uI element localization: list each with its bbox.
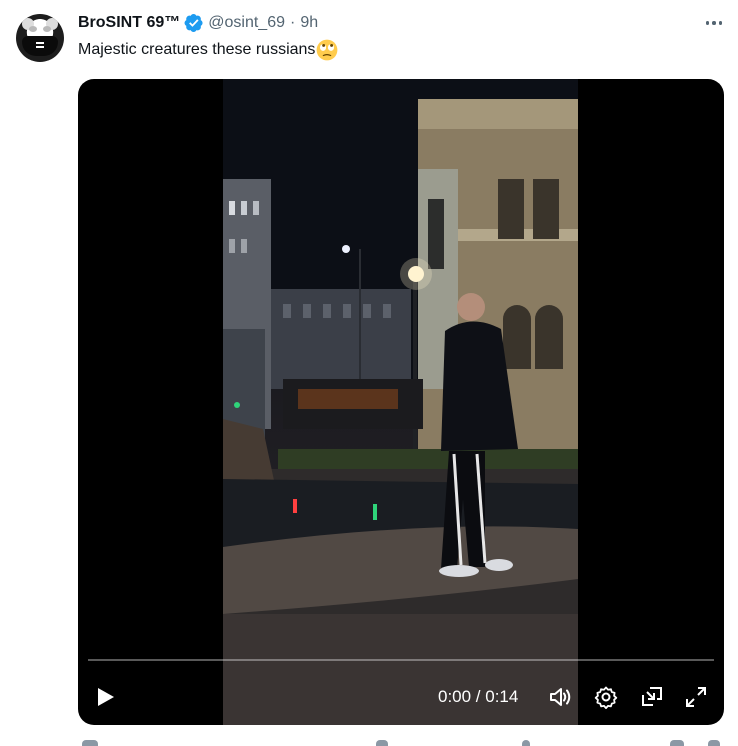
reply-icon[interactable]	[82, 740, 98, 746]
post-time[interactable]: 9h	[300, 14, 318, 32]
rolling-eyes-emoji-icon	[317, 39, 338, 61]
tweet-action-bar	[78, 738, 724, 746]
avatar-logo	[36, 42, 44, 48]
more-options-icon[interactable]	[700, 12, 728, 34]
author-handle[interactable]: @osint_69	[208, 14, 285, 32]
tweet-text-body: Majestic creatures these russians	[78, 41, 316, 58]
avatar-eye-right	[43, 26, 51, 32]
avatar-eye-left	[29, 26, 37, 32]
video-controls: 0:00 / 0:14	[78, 659, 724, 725]
views-icon[interactable]	[522, 740, 530, 746]
video-scene-image	[223, 79, 578, 725]
more-dot	[718, 21, 723, 25]
author-display-name[interactable]: BroSINT 69™	[78, 14, 180, 32]
video-timecode: 0:00 / 0:14	[438, 687, 519, 706]
like-icon[interactable]	[376, 740, 388, 746]
video-frame[interactable]	[223, 79, 578, 725]
tweet-text: Majestic creatures these russians	[78, 38, 338, 62]
play-icon[interactable]	[93, 685, 117, 709]
video-player[interactable]: 0:00 / 0:14	[78, 79, 724, 725]
settings-icon[interactable]	[594, 685, 618, 709]
verified-badge-icon[interactable]	[184, 13, 204, 33]
volume-icon[interactable]	[548, 685, 572, 709]
video-progress-track[interactable]	[88, 659, 714, 661]
separator-dot: ·	[289, 14, 296, 31]
more-dot	[705, 21, 710, 25]
tweet-header: BroSINT 69™ @osint_69 · 9h	[78, 12, 318, 34]
bookmark-icon[interactable]	[670, 740, 684, 746]
more-dot	[712, 21, 716, 25]
fullscreen-icon[interactable]	[684, 685, 708, 709]
picture-in-picture-icon[interactable]	[640, 685, 664, 709]
author-avatar[interactable]	[16, 14, 64, 62]
tweet: BroSINT 69™ @osint_69 · 9h Majestic crea…	[0, 0, 738, 746]
share-icon[interactable]	[708, 740, 720, 746]
